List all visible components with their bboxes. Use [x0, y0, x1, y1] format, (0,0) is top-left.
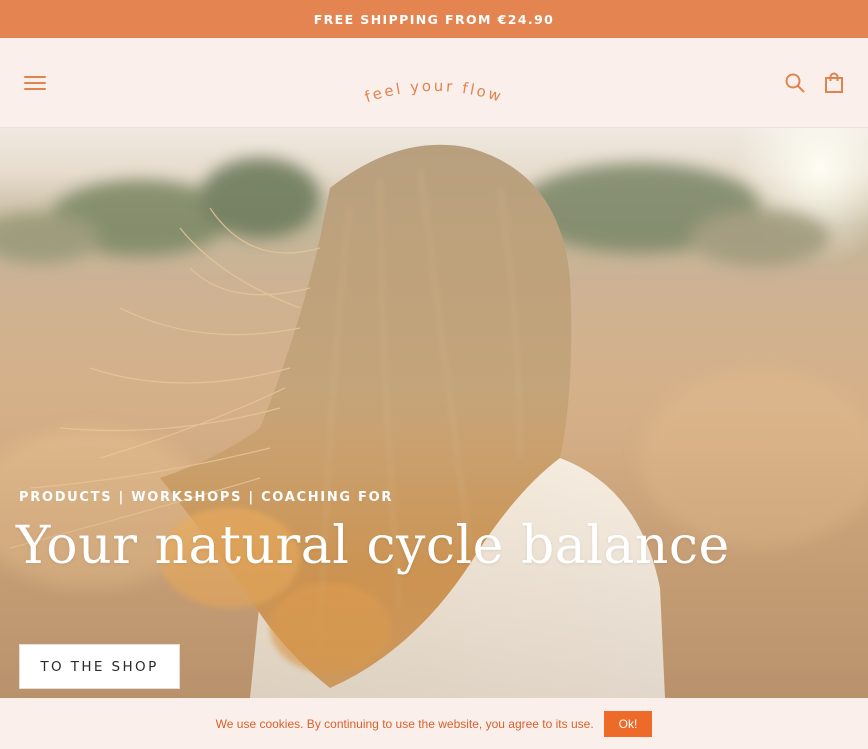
cookie-accept-button[interactable]: Ok!: [603, 710, 653, 737]
menu-button[interactable]: [24, 76, 46, 92]
logo[interactable]: feel your flow: [354, 56, 514, 116]
hamburger-icon-line: [24, 88, 46, 90]
hamburger-icon-line: [24, 82, 46, 84]
shopping-bag-icon: [825, 72, 843, 93]
hero-banner: PRODUCTS | WORKSHOPS | COACHING FOR Your…: [0, 128, 868, 698]
cookie-text: We use cookies. By continuing to use the…: [215, 716, 594, 731]
announcement-bar: FREE SHIPPING FROM €24.90: [0, 0, 868, 38]
hero-headline: Your natural cycle balance: [16, 516, 730, 576]
hamburger-icon-line: [24, 76, 46, 78]
hero-overlay: [0, 128, 868, 698]
search-icon: [785, 73, 805, 93]
cart-button[interactable]: [823, 72, 845, 94]
site-header: feel your flow: [0, 38, 868, 128]
logo-text: feel your flow: [362, 77, 502, 106]
search-button[interactable]: [784, 72, 806, 94]
announcement-text: FREE SHIPPING FROM €24.90: [313, 11, 555, 27]
svg-text:feel your flow: feel your flow: [362, 77, 505, 106]
hero-eyebrow: PRODUCTS | WORKSHOPS | COACHING FOR: [19, 490, 394, 505]
shop-button[interactable]: TO THE SHOP: [19, 644, 180, 689]
cookie-banner: We use cookies. By continuing to use the…: [0, 698, 868, 749]
